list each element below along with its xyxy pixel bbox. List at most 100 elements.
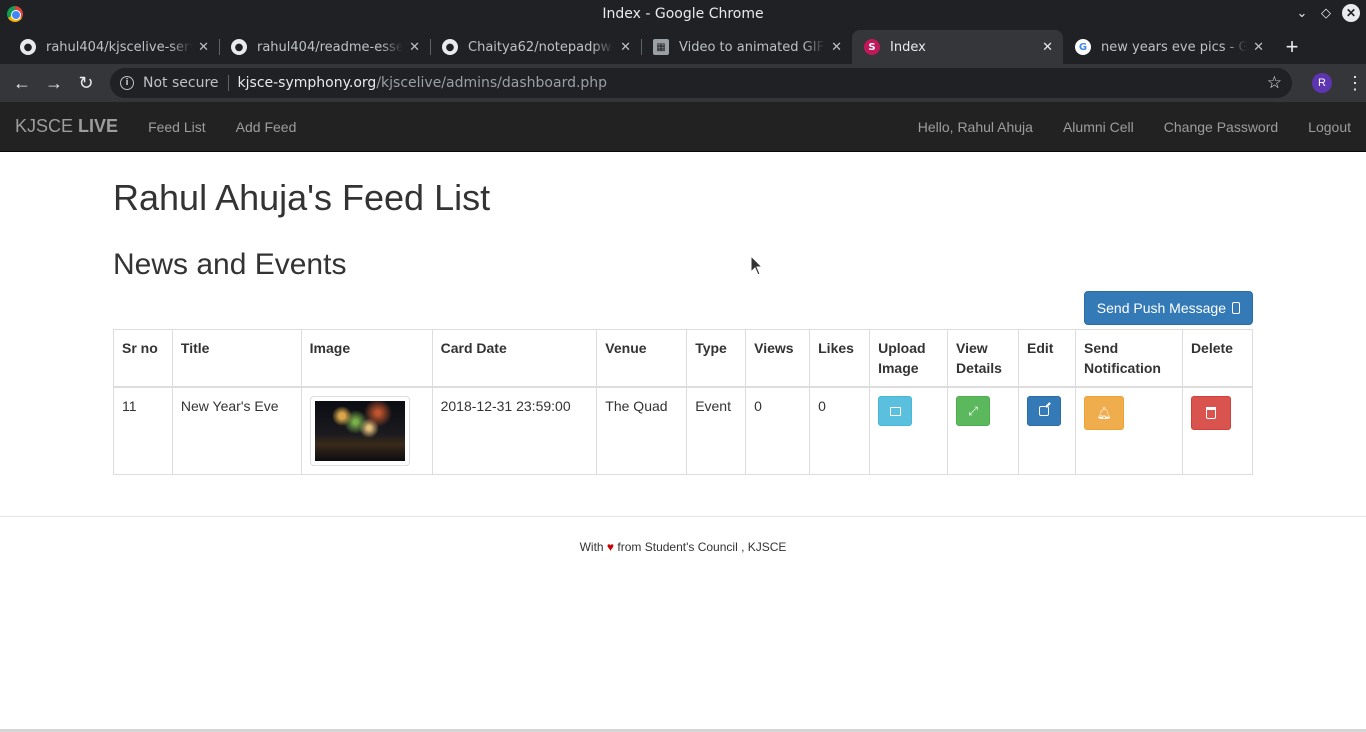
- cell-views: 0: [745, 386, 811, 475]
- tab-notepadpw[interactable]: ● Chaitya62/notepadpw-clone ✕: [430, 30, 641, 64]
- s-logo-icon: S: [864, 39, 880, 55]
- nav-user-greeting[interactable]: Hello, Rahul Ahuja: [918, 119, 1033, 135]
- header-upload-image: Upload Image: [869, 329, 949, 388]
- delete-button[interactable]: [1190, 396, 1231, 430]
- tab-close-icon[interactable]: ✕: [409, 40, 420, 55]
- send-push-message-button[interactable]: Send Push Message: [1083, 291, 1253, 325]
- header-title: Title: [171, 329, 302, 388]
- nav-add-feed[interactable]: Add Feed: [236, 119, 297, 135]
- mobile-phone-icon: [1232, 302, 1240, 314]
- nav-feed-list[interactable]: Feed List: [148, 119, 206, 135]
- brand-prefix: KJSCE: [15, 116, 74, 136]
- edit-button[interactable]: [1027, 396, 1062, 426]
- tab-label: rahul404/kjscelive-server: [46, 39, 192, 55]
- view-details-button[interactable]: ⤢: [956, 396, 991, 426]
- footer-suffix: from Student's Council , KJSCE: [617, 540, 787, 554]
- nav-change-password[interactable]: Change Password: [1164, 119, 1278, 135]
- cell-edit: [1018, 386, 1076, 475]
- reload-icon[interactable]: ↻: [72, 69, 100, 97]
- header-venue: Venue: [596, 329, 688, 388]
- header-likes: Likes: [809, 329, 871, 388]
- cell-venue: The Quad: [596, 386, 688, 475]
- github-icon: ●: [442, 39, 458, 55]
- google-icon: G: [1075, 39, 1091, 55]
- cell-upload-image: [869, 386, 949, 475]
- header-edit: Edit: [1018, 329, 1076, 388]
- divider: [227, 75, 229, 91]
- tab-readme-essentials[interactable]: ● rahul404/readme-essentials ✕: [219, 30, 430, 64]
- header-image: Image: [300, 329, 433, 388]
- tab-google-search[interactable]: G new years eve pics - Google Search ✕: [1063, 30, 1274, 64]
- tab-close-icon[interactable]: ✕: [1253, 40, 1264, 55]
- bookmark-star-icon[interactable]: ☆: [1267, 73, 1282, 93]
- chrome-logo-icon: [7, 6, 23, 22]
- url-path: /kjscelive/admins/dashboard.php: [376, 75, 608, 91]
- fireworks-image: [314, 401, 405, 461]
- bell-icon: 🔔︎: [1096, 406, 1112, 420]
- tab-kjscelive-server[interactable]: ● rahul404/kjscelive-server ✕: [8, 30, 219, 64]
- security-label: Not secure: [143, 75, 219, 91]
- tab-label: new years eve pics - Google Search: [1101, 39, 1248, 55]
- picture-icon: [889, 406, 901, 416]
- tab-label: rahul404/readme-essentials: [257, 39, 404, 55]
- tab-label: Index: [890, 39, 926, 55]
- header-send-notification: Send Notification: [1074, 329, 1183, 388]
- forward-arrow-icon[interactable]: →: [40, 69, 68, 97]
- send-notification-button[interactable]: 🔔︎: [1083, 396, 1124, 430]
- header-view-details: View Details: [947, 329, 1020, 388]
- cell-view-details: ⤢: [947, 386, 1020, 475]
- back-arrow-icon[interactable]: ←: [8, 69, 36, 97]
- cell-card-date: 2018-12-31 23:59:00: [431, 386, 598, 475]
- header-delete: Delete: [1181, 329, 1254, 388]
- brand-link[interactable]: KJSCE LIVE: [15, 116, 118, 137]
- maximize-icon[interactable]: ◇: [1318, 5, 1334, 21]
- minimize-icon[interactable]: ⌄: [1294, 5, 1310, 21]
- tab-close-icon[interactable]: ✕: [620, 40, 631, 55]
- cell-delete: [1181, 386, 1254, 475]
- window-close-icon[interactable]: ✕: [1342, 4, 1360, 22]
- table-header-row: Sr no Title Image Card Date Venue Type V…: [113, 329, 1254, 388]
- brand-bold: LIVE: [78, 116, 119, 136]
- window-titlebar: Index - Google Chrome ⌄ ◇ ✕: [0, 0, 1366, 28]
- profile-avatar[interactable]: R: [1312, 73, 1332, 93]
- cell-sr-no: 11: [113, 386, 173, 475]
- page-footer: With ♥ from Student's Council , KJSCE: [0, 516, 1366, 554]
- tab-close-icon[interactable]: ✕: [831, 40, 842, 55]
- address-bar[interactable]: i Not secure kjsce-symphony.org /kjsceli…: [110, 68, 1292, 98]
- tab-strip: ● rahul404/kjscelive-server ✕ ● rahul404…: [0, 28, 1366, 64]
- cell-image: [300, 386, 433, 475]
- table-row: 11 New Year's Eve 2018-12-31 23:59:00 Th…: [113, 386, 1254, 475]
- info-icon[interactable]: i: [120, 76, 134, 90]
- nav-right: Hello, Rahul Ahuja Alumni Cell Change Pa…: [918, 119, 1351, 135]
- header-sr-no: Sr no: [113, 329, 173, 388]
- tab-label: Chaitya62/notepadpw-clone: [468, 39, 614, 55]
- window-controls: ⌄ ◇ ✕: [1294, 4, 1360, 22]
- site-navbar: KJSCE LIVE Feed List Add Feed Hello, Rah…: [0, 102, 1366, 152]
- header-views: Views: [745, 329, 811, 388]
- new-tab-icon[interactable]: +: [1276, 30, 1308, 64]
- upload-image-button[interactable]: [878, 396, 913, 426]
- url-host: kjsce-symphony.org: [237, 75, 377, 91]
- tab-index[interactable]: S Index ✕: [852, 30, 1063, 64]
- tab-video-to-gif[interactable]: ▦ Video to animated GIF converter ✕: [641, 30, 852, 64]
- nav-logout[interactable]: Logout: [1308, 119, 1351, 135]
- mouse-cursor-icon: [751, 256, 763, 276]
- header-card-date: Card Date: [431, 329, 598, 388]
- page-title: Rahul Ahuja's Feed List: [113, 177, 491, 218]
- header-type: Type: [686, 329, 747, 388]
- trash-icon: [1205, 407, 1216, 419]
- cell-title: New Year's Eve: [171, 386, 302, 475]
- menu-kebab-icon[interactable]: ⋮: [1346, 73, 1364, 94]
- window-title: Index - Google Chrome: [602, 6, 764, 22]
- feed-table: Sr no Title Image Card Date Venue Type V…: [113, 329, 1254, 475]
- tab-close-icon[interactable]: ✕: [198, 40, 209, 55]
- github-icon: ●: [20, 39, 36, 55]
- cell-send-notification: 🔔︎: [1074, 386, 1183, 475]
- cell-type: Event: [686, 386, 747, 475]
- cell-likes: 0: [809, 386, 871, 475]
- fullscreen-icon: ⤢: [968, 404, 978, 418]
- feed-thumbnail[interactable]: [309, 396, 410, 466]
- push-row: Send Push Message: [113, 291, 1253, 325]
- nav-alumni-cell[interactable]: Alumni Cell: [1063, 119, 1134, 135]
- tab-close-icon[interactable]: ✕: [1042, 40, 1053, 55]
